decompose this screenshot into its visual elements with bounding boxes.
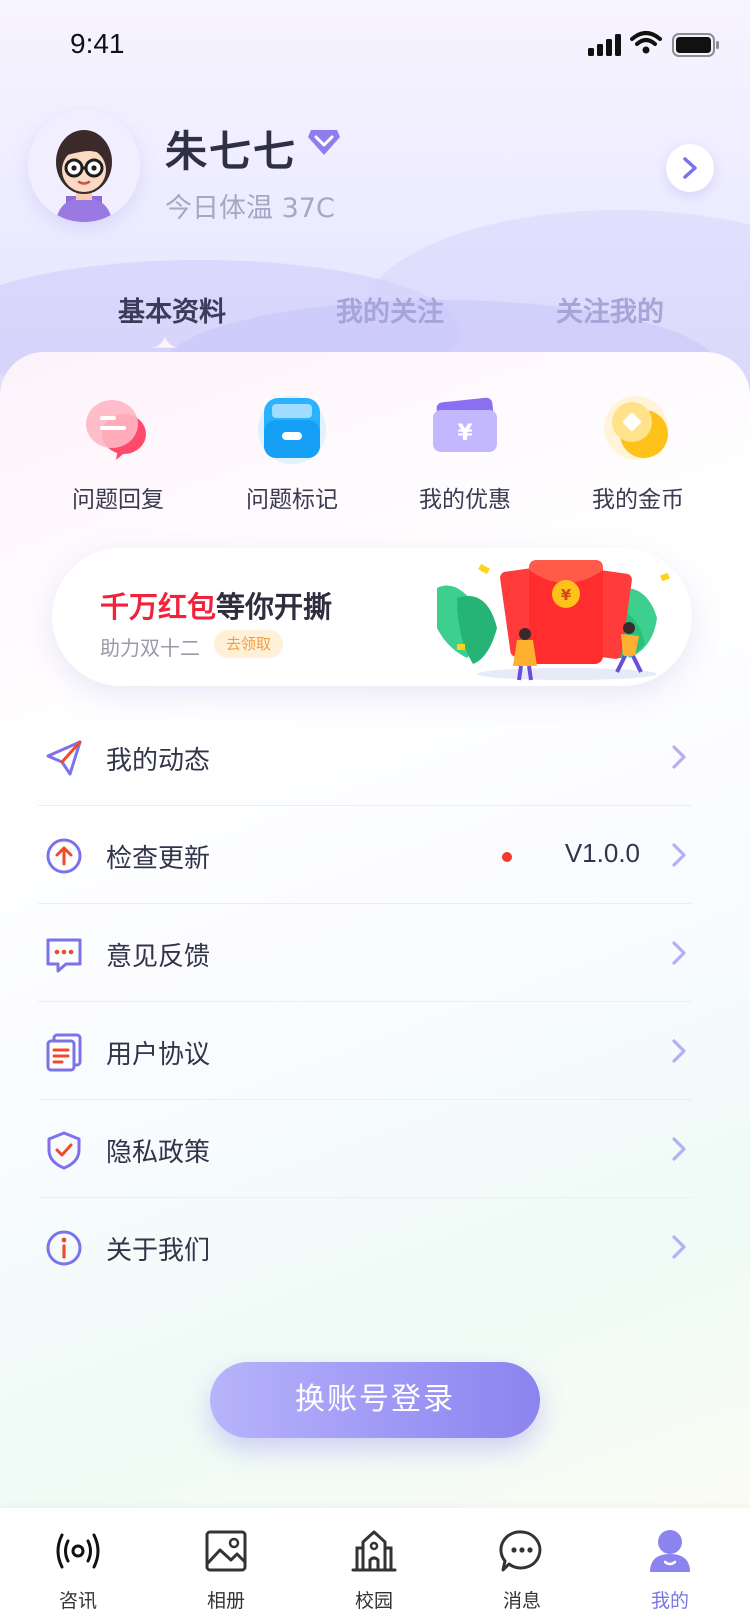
active-tab-indicator — [150, 336, 180, 348]
shield-check-icon — [47, 1131, 81, 1170]
nav-tab-messages[interactable]: 消息 — [472, 1526, 572, 1613]
menu-row-about-us[interactable]: 关于我们 — [38, 1198, 692, 1296]
claim-badge-button[interactable]: 去领取 — [214, 630, 284, 658]
info-icon — [46, 1230, 82, 1266]
menu-row-privacy-policy[interactable]: 隐私政策 — [38, 1100, 692, 1198]
menu-row-label: 隐私政策 — [106, 1138, 211, 1168]
menu-row-label: 用户协议 — [106, 1040, 211, 1070]
chevron-right-icon — [672, 1137, 686, 1161]
red-envelope-illustration: ¥ — [437, 560, 670, 681]
cellular-signal-icon — [588, 34, 621, 56]
menu-row-label: 意见反馈 — [106, 942, 211, 972]
menu-row-label: 关于我们 — [106, 1236, 211, 1266]
chevron-right-icon — [672, 843, 686, 867]
menu-row-label: 我的动态 — [106, 746, 211, 776]
quick-action-label: 我的优惠 — [419, 487, 511, 513]
message-bubble-icon — [499, 1530, 542, 1572]
version-value: V1.0.0 — [564, 838, 640, 868]
quick-action-label: 我的金币 — [592, 487, 684, 513]
quick-action-label: 问题回复 — [72, 487, 164, 513]
menu-row-my-activity[interactable]: 我的动态 — [38, 708, 692, 806]
inbox-tray-icon — [254, 390, 330, 466]
chevron-right-icon — [683, 157, 697, 179]
feedback-message-icon — [46, 938, 82, 973]
avatar[interactable] — [28, 110, 140, 222]
svg-text:¥: ¥ — [457, 421, 473, 446]
nav-label: 相册 — [206, 1590, 245, 1612]
gold-coin-icon — [600, 390, 676, 466]
paper-plane-icon — [46, 740, 82, 776]
status-time: 9:41 — [70, 28, 125, 59]
user-temperature: 今日体温 37C — [165, 193, 335, 224]
broadcast-icon — [56, 1533, 100, 1569]
svg-text:¥: ¥ — [561, 586, 572, 604]
nav-label: 我的 — [650, 1590, 689, 1612]
chevron-right-icon — [672, 941, 686, 965]
nav-tab-album[interactable]: 相册 — [176, 1526, 276, 1613]
chevron-right-icon — [672, 1039, 686, 1063]
tab-my-followers[interactable]: 关注我的 — [520, 290, 700, 329]
user-name: 朱七七 — [165, 127, 298, 176]
nav-label: 消息 — [502, 1590, 541, 1612]
menu-row-feedback[interactable]: 意见反馈 — [38, 904, 692, 1002]
quick-action-gold-coins[interactable]: 我的金币 — [558, 390, 718, 514]
nav-label: 校园 — [354, 1590, 393, 1612]
chat-bubbles-icon — [80, 390, 156, 466]
banner-title: 千万红包等你开撕 — [100, 584, 332, 626]
quick-action-label: 问题标记 — [246, 487, 338, 513]
switch-account-button[interactable]: 换账号登录 — [210, 1362, 540, 1438]
menu-row-check-update[interactable]: 检查更新 V1.0.0 — [38, 806, 692, 904]
banner-title-highlight: 千万红包 — [100, 590, 217, 624]
red-envelope-banner[interactable]: 千万红包等你开撕 助力双十二 去领取 ¥ — [52, 548, 692, 686]
upgrade-arrow-icon — [46, 838, 82, 874]
document-icon — [46, 1033, 82, 1072]
nav-tab-campus[interactable]: 校园 — [324, 1526, 424, 1613]
nav-tab-mine[interactable]: 我的 — [620, 1526, 720, 1613]
menu-row-label: 检查更新 — [106, 844, 211, 874]
user-profile-icon — [650, 1530, 690, 1572]
bottom-navigation: 咨讯 相册 校园 消息 我的 — [0, 1508, 750, 1624]
menu-row-user-agreement[interactable]: 用户协议 — [38, 1002, 692, 1100]
nav-tab-news[interactable]: 咨讯 — [28, 1526, 128, 1613]
nav-label: 咨讯 — [58, 1590, 97, 1612]
status-bar: 9:41 — [0, 0, 750, 90]
image-icon — [205, 1530, 247, 1572]
quick-action-marks[interactable]: 问题标记 — [212, 390, 372, 514]
coupon-icon: ¥ — [427, 390, 503, 466]
wifi-icon — [630, 31, 662, 54]
chevron-right-icon — [672, 745, 686, 769]
verified-diamond-icon — [308, 130, 340, 155]
banner-title-rest: 等你开撕 — [216, 590, 333, 624]
quick-action-coupons[interactable]: ¥ 我的优惠 — [385, 390, 545, 514]
battery-icon — [672, 33, 719, 57]
chevron-right-icon — [672, 1235, 686, 1259]
update-dot-indicator — [502, 852, 512, 862]
tab-basic-info[interactable]: 基本资料 — [82, 290, 262, 329]
quick-action-replies[interactable]: 问题回复 — [38, 390, 198, 514]
banner-subtitle: 助力双十二 — [100, 636, 200, 660]
school-building-icon — [351, 1530, 397, 1572]
profile-detail-button[interactable] — [666, 144, 714, 192]
tab-my-following[interactable]: 我的关注 — [300, 290, 480, 329]
